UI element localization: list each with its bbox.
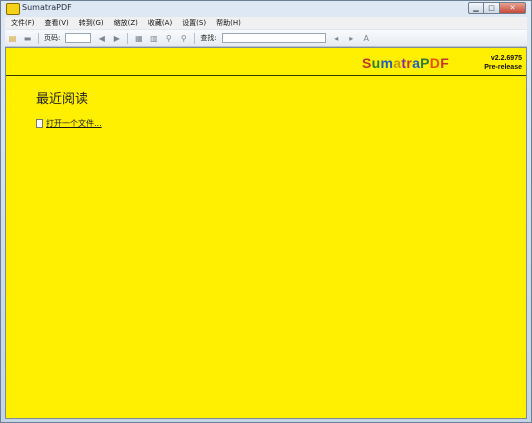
page-input[interactable]	[65, 33, 92, 43]
maximize-button[interactable]: □	[484, 2, 500, 14]
open-file-label: 打开一个文件...	[46, 119, 102, 128]
brand-letter: u	[371, 55, 381, 71]
recent-heading: 最近阅读	[36, 92, 89, 107]
zoom-out-icon[interactable]: ⚲	[163, 33, 174, 44]
brand-letter: a	[412, 55, 421, 71]
close-button[interactable]: ✕	[500, 2, 526, 14]
find-prev-icon[interactable]: ◂	[331, 33, 342, 44]
zoom-in-icon[interactable]: ⚲	[178, 33, 189, 44]
menu-help[interactable]: 帮助(H)	[216, 18, 241, 28]
window-controls: ▁ □ ✕	[468, 2, 526, 14]
fit-width-icon[interactable]: ▥	[148, 33, 159, 44]
find-label: 查找:	[200, 34, 217, 42]
toolbar-separator	[127, 32, 129, 44]
content-area: SumatraPDF v2.2.6975 Pre-release 最近阅读 打开…	[5, 47, 527, 419]
page-label: 页码:	[44, 34, 61, 42]
fit-page-icon[interactable]: ▦	[133, 33, 144, 44]
open-icon[interactable]: ▤	[7, 33, 18, 44]
menu-settings[interactable]: 设置(S)	[182, 18, 206, 28]
menu-favorites[interactable]: 收藏(A)	[148, 18, 172, 28]
version-number: v2.2.6975	[490, 55, 522, 62]
find-input[interactable]	[221, 33, 326, 43]
brand-letter: m	[380, 55, 394, 71]
app-icon	[6, 3, 20, 15]
brand-letter: S	[362, 55, 372, 71]
next-page-icon[interactable]: ▶	[111, 33, 122, 44]
menu-bar: 文件(F) 查看(V) 转到(G) 缩放(Z) 收藏(A) 设置(S) 帮助(H…	[5, 17, 527, 29]
menu-goto[interactable]: 转到(G)	[79, 18, 104, 28]
toolbar-separator	[38, 32, 39, 44]
brand-letter: F	[440, 55, 450, 71]
brand-logo: SumatraPDF	[362, 55, 449, 71]
menu-view[interactable]: 查看(V)	[45, 18, 69, 28]
menu-zoom[interactable]: 缩放(Z)	[114, 18, 138, 28]
window-title: SumatraPDF	[22, 3, 72, 12]
release-label: Pre-release	[484, 64, 522, 71]
print-icon[interactable]: ▬	[22, 33, 33, 44]
app-window: SumatraPDF ▁ □ ✕ 文件(F) 查看(V) 转到(G) 缩放(Z)…	[0, 0, 532, 423]
minimize-button[interactable]: ▁	[468, 2, 484, 14]
find-next-icon[interactable]: ▸	[346, 33, 357, 44]
open-file-link[interactable]: 打开一个文件...	[36, 118, 102, 129]
version-info: v2.2.6975 Pre-release	[470, 54, 522, 72]
title-bar[interactable]: SumatraPDF ▁ □ ✕	[1, 1, 531, 16]
toolbar-separator	[194, 32, 196, 44]
brand-letter: D	[429, 55, 441, 71]
toolbar: ▤ ▬ 页码: ◀ ▶ ▦ ▥ ⚲ ⚲ 查找: ◂ ▸ A	[5, 30, 527, 47]
brand-letter: a	[393, 55, 402, 71]
menu-file[interactable]: 文件(F)	[11, 18, 35, 28]
match-case-icon[interactable]: A	[361, 33, 372, 44]
prev-page-icon[interactable]: ◀	[96, 33, 107, 44]
header-divider	[6, 75, 526, 76]
document-icon	[36, 119, 43, 128]
brand-letter: P	[420, 55, 430, 71]
